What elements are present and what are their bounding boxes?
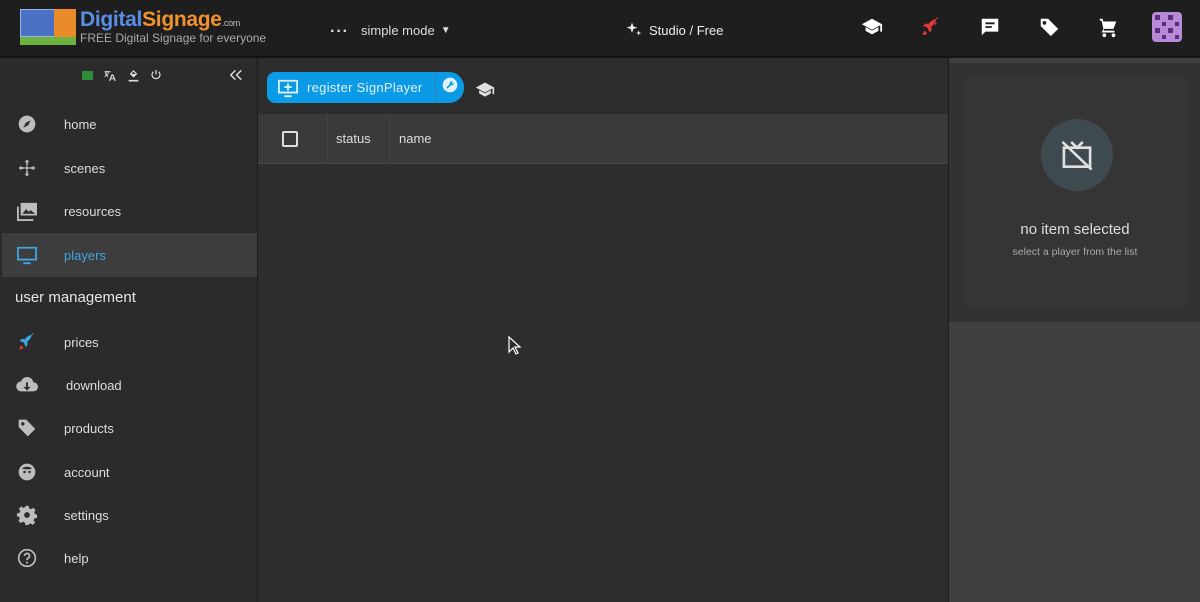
detail-panel: no item selected select a player from th… xyxy=(948,58,1200,602)
sidebar-item-account[interactable]: account xyxy=(2,450,257,494)
sidebar-item-settings[interactable]: settings xyxy=(2,493,257,537)
sidebar-item-download[interactable]: download xyxy=(2,363,257,407)
theme-icon[interactable] xyxy=(126,68,140,82)
sidebar-item-label: products xyxy=(64,420,114,436)
tag-icon xyxy=(16,417,38,439)
column-divider xyxy=(389,113,390,164)
sidebar-item-label: settings xyxy=(64,507,109,523)
compass-icon xyxy=(16,113,38,135)
sidebar-item-resources[interactable]: resources xyxy=(2,189,257,233)
avatar[interactable] xyxy=(1152,12,1182,42)
rocket-icon[interactable] xyxy=(916,12,946,42)
sidebar-item-products[interactable]: products xyxy=(2,406,257,450)
sidebar-item-label: home xyxy=(64,116,97,132)
logo-subtitle: FREE Digital Signage for everyone xyxy=(80,31,267,45)
empty-state-subtitle: select a player from the list xyxy=(1012,246,1138,258)
add-screen-icon xyxy=(277,78,299,98)
cart-icon[interactable] xyxy=(1093,12,1123,42)
sidebar-item-label: prices xyxy=(64,334,99,350)
sidebar-item-label: help xyxy=(64,550,89,566)
register-button-label: register SignPlayer xyxy=(307,80,423,95)
players-main: register SignPlayer status name xyxy=(258,58,948,602)
tv-off-icon xyxy=(1041,119,1113,191)
sidebar-item-label: resources xyxy=(64,203,122,219)
power-icon[interactable] xyxy=(149,68,163,82)
column-name-header[interactable]: name xyxy=(399,131,432,146)
column-status-header[interactable]: status xyxy=(336,131,389,146)
register-signplayer-button[interactable]: register SignPlayer xyxy=(267,72,435,103)
sidebar-item-prices[interactable]: prices xyxy=(2,320,257,364)
sidebar-item-players[interactable]: players xyxy=(2,233,257,277)
gear-icon xyxy=(16,504,38,526)
sparkle-icon xyxy=(626,21,642,40)
images-icon xyxy=(16,200,38,222)
face-icon xyxy=(16,461,38,483)
collapse-sidebar-icon[interactable] xyxy=(229,68,243,86)
logo-title: DigitalSignage.com xyxy=(80,8,240,31)
wrench-icon xyxy=(442,77,458,98)
wrench-button[interactable] xyxy=(434,72,464,103)
table-header: status name xyxy=(258,113,948,164)
sidebar-item-label: account xyxy=(64,464,110,480)
mode-label: simple mode xyxy=(360,22,435,38)
sidebar-item-scenes[interactable]: scenes xyxy=(2,146,257,190)
rocket-icon xyxy=(16,331,38,353)
cloud-download-icon xyxy=(16,374,38,396)
sidebar-item-home[interactable]: home xyxy=(2,102,257,146)
tutorial-button[interactable] xyxy=(474,80,496,105)
chat-icon[interactable] xyxy=(975,12,1005,42)
mouse-cursor-icon xyxy=(508,335,522,361)
empty-state-card xyxy=(965,77,1189,307)
studio-label: Studio / Free xyxy=(649,23,724,38)
move-icon xyxy=(16,157,38,179)
monitor-status-icon[interactable] xyxy=(80,68,94,82)
tag-icon[interactable] xyxy=(1034,12,1064,42)
column-divider xyxy=(327,113,328,164)
graduation-cap-icon[interactable] xyxy=(857,12,887,42)
more-icon[interactable]: ··· xyxy=(330,23,349,41)
mode-selector[interactable]: ··· simple mode ▼ xyxy=(330,21,451,41)
sidebar-item-label: scenes xyxy=(64,160,106,176)
top-bar: DigitalSignage.com FREE Digital Signage … xyxy=(0,0,1200,58)
caret-down-icon: ▼ xyxy=(440,24,451,36)
help-icon xyxy=(16,547,38,569)
sidebar: home scenes resources players user manag… xyxy=(0,58,258,602)
monitor-icon xyxy=(16,244,38,266)
translate-icon[interactable] xyxy=(103,68,117,82)
logo-mark xyxy=(20,9,76,45)
empty-state-title: no item selected xyxy=(1020,221,1130,238)
graduation-cap-icon xyxy=(474,82,496,104)
logo[interactable]: DigitalSignage.com FREE Digital Signage … xyxy=(20,9,266,45)
sidebar-item-label: players xyxy=(64,247,106,263)
studio-plan[interactable]: Studio / Free xyxy=(626,21,723,40)
select-all-checkbox[interactable] xyxy=(282,130,298,147)
sidebar-item-help[interactable]: help xyxy=(2,536,257,580)
sidebar-item-label: download xyxy=(66,377,122,393)
section-user-management: user management xyxy=(15,289,136,306)
